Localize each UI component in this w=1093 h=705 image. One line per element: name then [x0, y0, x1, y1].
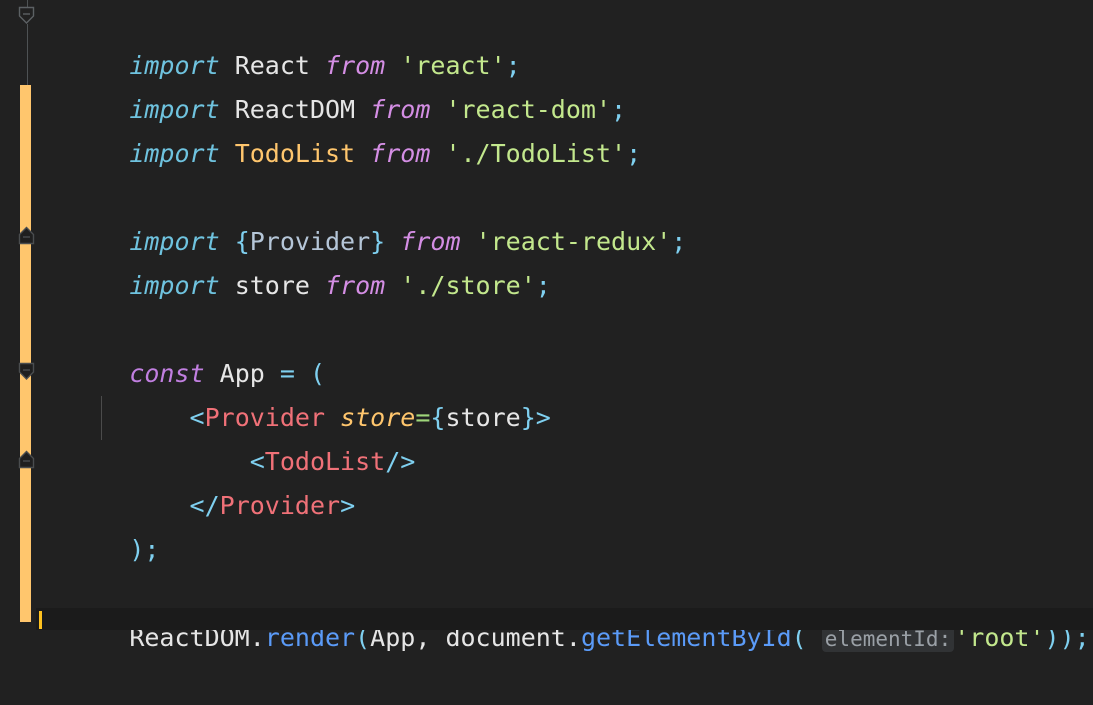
code-line-6[interactable]: import store from './store';: [0, 220, 1093, 300]
text-caret: [39, 611, 42, 629]
code-line-1[interactable]: import React from 'react';: [0, 0, 1093, 80]
code-line-12[interactable]: );: [0, 484, 1093, 564]
code-line-9[interactable]: <Provider store={store}>: [0, 352, 1093, 432]
code-content[interactable]: import React from 'react'; import ReactD…: [0, 0, 1093, 652]
code-line-4-blank[interactable]: [0, 132, 1093, 176]
vcs-change-bar-bottom[interactable]: [20, 608, 31, 622]
code-line-8[interactable]: const App = (: [0, 308, 1093, 388]
code-line-2[interactable]: import ReactDOM from 'react-dom';: [0, 44, 1093, 124]
code-line-7-blank[interactable]: [0, 264, 1093, 308]
code-line-11[interactable]: </Provider>: [0, 440, 1093, 520]
editor-bottom-strip[interactable]: [0, 608, 1093, 630]
code-line-3[interactable]: import TodoList from './TodoList';: [0, 88, 1093, 168]
code-line-10[interactable]: <TodoList/>: [0, 396, 1093, 476]
code-editor[interactable]: import React from 'react'; import ReactD…: [0, 0, 1093, 652]
code-line-13-blank[interactable]: [0, 528, 1093, 572]
code-line-5[interactable]: import {Provider} from 'react-redux';: [0, 176, 1093, 256]
